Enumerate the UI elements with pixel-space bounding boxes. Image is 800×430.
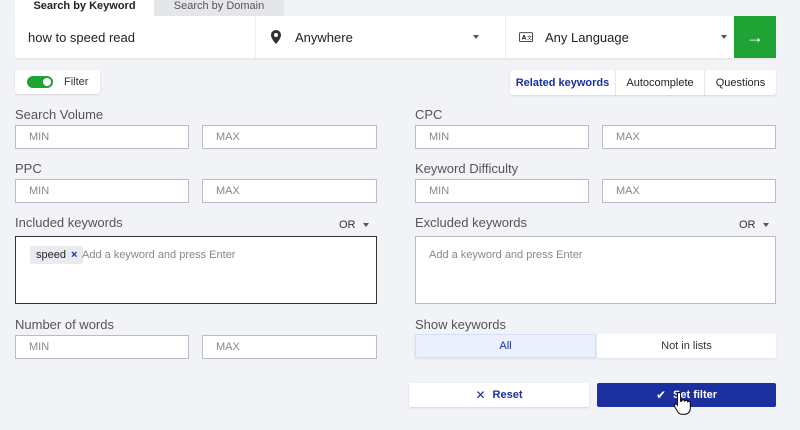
show-keywords-label: Show keywords: [415, 317, 507, 332]
excluded-keywords-label: Excluded keywords: [415, 215, 527, 230]
tab-autocomplete[interactable]: Autocomplete: [615, 70, 704, 95]
keyword-chip: speed ×: [30, 246, 84, 264]
chevron-down-icon: [362, 223, 369, 227]
arrow-right-icon: →: [746, 26, 764, 47]
keyword-input[interactable]: how to speed read: [15, 16, 251, 58]
search-volume-label: Search Volume: [15, 107, 104, 122]
chevron-down-icon: [762, 223, 769, 227]
location-pin-icon: [269, 30, 283, 44]
words-max-input[interactable]: MAX: [202, 335, 377, 359]
close-icon: ✕: [475, 388, 486, 402]
included-operator-select[interactable]: OR: [339, 219, 369, 231]
show-all-option[interactable]: All: [415, 334, 596, 358]
search-bar: how to speed read Anywhere A文 Any Langua…: [15, 16, 776, 58]
cpc-label: CPC: [415, 107, 443, 122]
svg-text:文: 文: [527, 34, 533, 42]
svg-text:A: A: [522, 35, 527, 42]
translate-icon: A文: [519, 30, 533, 44]
excluded-keywords-input[interactable]: Add a keyword and press Enter: [415, 236, 776, 304]
included-keywords-label: Included keywords: [15, 215, 123, 230]
toggle-switch[interactable]: [27, 76, 53, 88]
chip-label: speed: [36, 249, 66, 261]
show-not-in-lists-option[interactable]: Not in lists: [596, 334, 776, 358]
filter-toggle[interactable]: Filter: [15, 70, 100, 94]
ppc-label: PPC: [15, 161, 42, 176]
operator-value: OR: [739, 219, 756, 231]
remove-chip-icon[interactable]: ×: [71, 249, 77, 261]
show-keywords-toggle: All Not in lists: [415, 334, 776, 358]
keyword-difficulty-label: Keyword Difficulty: [415, 161, 519, 176]
tab-search-by-domain[interactable]: Search by Domain: [154, 0, 284, 16]
filter-label: Filter: [64, 76, 89, 88]
location-value: Anywhere: [295, 29, 353, 45]
cpc-max-input[interactable]: MAX: [602, 125, 776, 149]
included-placeholder: Add a keyword and press Enter: [82, 249, 236, 261]
kd-min-input[interactable]: MIN: [415, 179, 589, 203]
excluded-placeholder: Add a keyword and press Enter: [429, 249, 583, 261]
search-submit-button[interactable]: →: [734, 16, 776, 58]
chevron-down-icon: [721, 35, 727, 39]
kd-max-input[interactable]: MAX: [602, 179, 776, 203]
tab-questions[interactable]: Questions: [704, 70, 776, 95]
ppc-max-input[interactable]: MAX: [202, 179, 377, 203]
chevron-down-icon: [473, 35, 479, 39]
tab-search-by-keyword[interactable]: Search by Keyword: [15, 0, 154, 16]
mode-tabs: Related keywords Autocomplete Questions: [510, 70, 776, 95]
excluded-operator-select[interactable]: OR: [739, 219, 769, 231]
cpc-min-input[interactable]: MIN: [415, 125, 589, 149]
check-icon: ✔: [655, 388, 667, 402]
ppc-min-input[interactable]: MIN: [15, 179, 189, 203]
language-value: Any Language: [545, 29, 629, 45]
reset-button[interactable]: ✕ Reset: [409, 383, 589, 407]
reset-label: Reset: [492, 389, 523, 401]
operator-value: OR: [339, 219, 356, 231]
number-of-words-label: Number of words: [15, 317, 114, 332]
language-select[interactable]: A文 Any Language: [505, 16, 733, 58]
search-volume-max-input[interactable]: MAX: [202, 125, 377, 149]
tab-related-keywords[interactable]: Related keywords: [510, 70, 615, 95]
hand-cursor-icon: [673, 391, 691, 415]
location-select[interactable]: Anywhere: [255, 16, 485, 58]
words-min-input[interactable]: MIN: [15, 335, 189, 359]
included-keywords-input[interactable]: speed × Add a keyword and press Enter: [15, 236, 377, 304]
search-volume-min-input[interactable]: MIN: [15, 125, 189, 149]
